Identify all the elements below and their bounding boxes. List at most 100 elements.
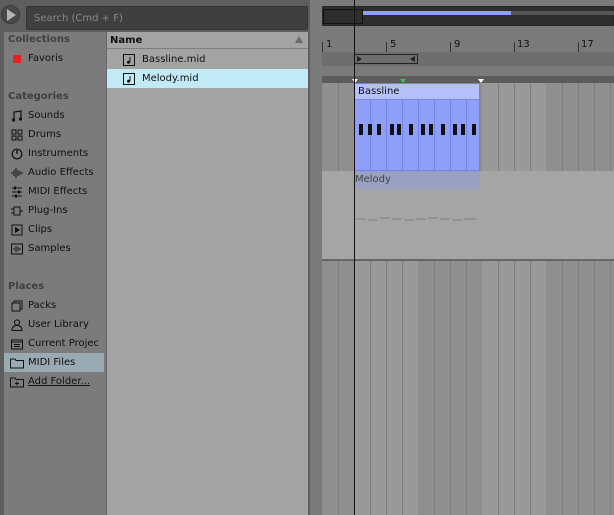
sort-up-icon (295, 36, 303, 43)
midi-file-icon (123, 53, 135, 66)
midi-note (472, 124, 476, 135)
midi-note (461, 124, 465, 135)
ruler-tick (514, 42, 515, 52)
midi-note (359, 124, 363, 135)
melody-notes-preview (356, 217, 476, 221)
track-separator (322, 259, 614, 261)
overview-visible-region[interactable] (323, 9, 363, 24)
clip-title: Melody (355, 174, 391, 185)
sidebar-item-clips[interactable]: Clips (4, 220, 104, 239)
overview-clip-strip (363, 11, 511, 15)
playhead-line (354, 0, 355, 515)
midi-note (409, 124, 413, 135)
sidebar-item-label: Clips (28, 224, 53, 235)
sidebar-item-midi-effects[interactable]: MIDI Effects (4, 182, 104, 201)
track-lane-1[interactable]: Bassline (322, 83, 614, 171)
sidebar-item-label: Current Projec (28, 338, 100, 349)
ruler-bar-number: 17 (581, 39, 594, 50)
sidebar-item-add-folder[interactable]: Add Folder... (4, 372, 104, 391)
sidebar-item-label: Plug-Ins (28, 205, 68, 216)
track-area[interactable]: Bassline Melody (322, 76, 614, 515)
clip-melody-preview[interactable]: Melody (354, 171, 480, 189)
sidebar-item-current-project[interactable]: Current Projec (4, 334, 104, 353)
loop-bar[interactable] (322, 52, 614, 66)
sidebar-item-samples[interactable]: Samples (4, 239, 104, 258)
clip-grid-line (386, 100, 387, 171)
midi-note (397, 124, 401, 135)
clip-bassline[interactable]: Bassline (354, 83, 480, 171)
column-header-label: Name (110, 35, 143, 46)
track-header-strip (322, 76, 614, 83)
sidebar-item-midi-files[interactable]: MIDI Files (4, 353, 104, 372)
collections-header: Collections (8, 34, 70, 45)
audio-effects-icon (10, 167, 24, 179)
sidebar-item-label: Audio Effects (28, 167, 94, 178)
loop-brace[interactable] (354, 54, 418, 64)
ruler-bar-number: 5 (390, 39, 397, 50)
clip-grid-line (466, 100, 467, 171)
midi-note (390, 124, 394, 135)
sounds-icon (10, 109, 24, 122)
samples-icon (10, 243, 24, 255)
sidebar-item-label: Packs (28, 300, 57, 311)
loop-end-icon (410, 56, 415, 62)
clip-grid-line (402, 100, 403, 171)
midi-note (421, 124, 425, 135)
sidebar-item-label: Drums (28, 129, 62, 140)
add-folder-icon (10, 376, 24, 388)
beat-time-ruler[interactable]: 1 5 9 13 17 (322, 36, 614, 52)
file-row-melody[interactable]: Melody.mid (107, 69, 308, 88)
file-row-bassline[interactable]: Bassline.mid (107, 50, 308, 69)
track-lane-2[interactable]: Melody (322, 171, 614, 259)
ruler-tick (322, 42, 323, 52)
sidebar-item-label: Samples (28, 243, 71, 254)
packs-icon (10, 300, 24, 312)
clip-grid-line (434, 100, 435, 171)
overview-empty-strip (511, 11, 614, 15)
sidebar-item-label: Instruments (28, 148, 89, 159)
ruler-bar-number: 9 (454, 39, 461, 50)
sidebar-item-label: Favoris (28, 53, 64, 64)
clip-grid-line (418, 100, 419, 171)
clip-title: Bassline (355, 84, 479, 100)
ruler-tick (578, 42, 579, 52)
instruments-icon (10, 148, 24, 160)
arrangement-view: 1 5 9 13 17 Bassline Melody (316, 0, 614, 515)
browser-panel: Search (Cmd + F) Collections Favoris Cat… (0, 0, 310, 515)
categories-header: Categories (8, 91, 69, 102)
name-column-header[interactable]: Name (107, 32, 308, 49)
search-input[interactable]: Search (Cmd + F) (26, 6, 308, 30)
ruler-bar-number: 1 (326, 39, 333, 50)
folder-icon (10, 357, 24, 369)
song-overview[interactable] (322, 6, 614, 26)
midi-note (441, 124, 445, 135)
project-icon (10, 338, 24, 350)
browser-toggle-button[interactable] (0, 4, 22, 26)
drums-icon (10, 129, 24, 141)
sidebar-item-label: MIDI Effects (28, 186, 88, 197)
midi-note (453, 124, 457, 135)
sidebar-item-sounds[interactable]: Sounds (4, 106, 104, 125)
sidebar-item-audio-effects[interactable]: Audio Effects (4, 163, 104, 182)
clip-grid-line (450, 100, 451, 171)
sidebar-item-user-library[interactable]: User Library (4, 315, 104, 334)
sidebar-item-favoris[interactable]: Favoris (4, 49, 104, 68)
places-header: Places (8, 281, 45, 292)
sidebar-item-packs[interactable]: Packs (4, 296, 104, 315)
file-list: Name Bassline.mid Melody.mid (106, 32, 308, 515)
midi-effects-icon (10, 186, 24, 198)
file-name: Bassline.mid (142, 54, 206, 65)
sidebar-item-plug-ins[interactable]: Plug-Ins (4, 201, 104, 220)
user-icon (10, 318, 24, 331)
sidebar-item-label: MIDI Files (28, 357, 76, 368)
ruler-bar-number: 13 (517, 39, 530, 50)
clips-icon (10, 224, 24, 236)
file-name: Melody.mid (142, 73, 199, 84)
sidebar-item-label: Add Folder... (28, 376, 91, 387)
clip-grid-line (370, 100, 371, 171)
sidebar-item-instruments[interactable]: Instruments (4, 144, 104, 163)
browser-sidebar: Collections Favoris Categories Sounds Dr… (4, 32, 106, 515)
red-tag-icon (10, 53, 24, 65)
ruler-tick (386, 42, 387, 52)
sidebar-item-drums[interactable]: Drums (4, 125, 104, 144)
